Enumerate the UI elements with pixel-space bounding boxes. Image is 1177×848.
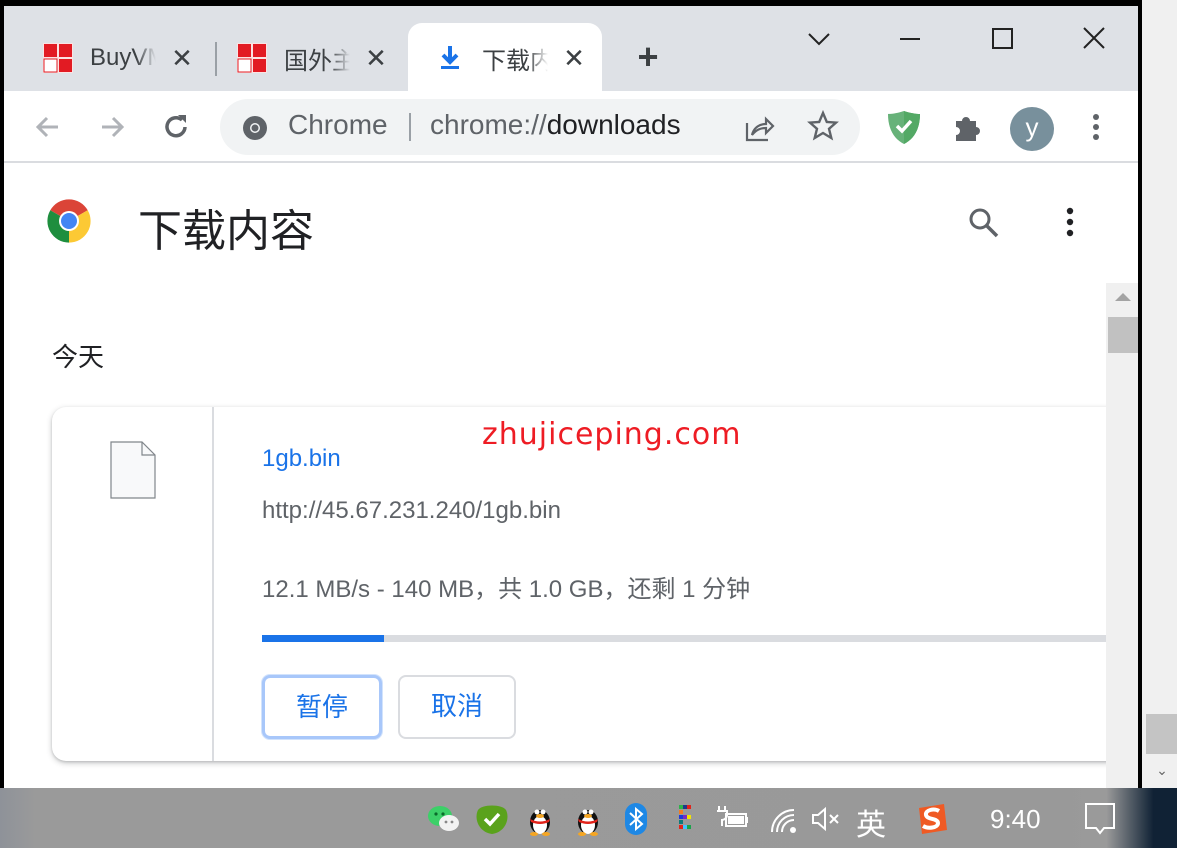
file-icon bbox=[110, 441, 156, 499]
qq-penguin-icon[interactable] bbox=[522, 802, 558, 836]
bluetooth-icon[interactable] bbox=[618, 802, 654, 836]
screen: ⌄ BuyVM ✕ bbox=[0, 0, 1177, 848]
notification-center-icon[interactable] bbox=[1084, 802, 1116, 836]
cancel-button[interactable]: 取消 bbox=[398, 675, 516, 739]
maximize-icon[interactable] bbox=[982, 24, 1022, 54]
date-section-label: 今天 bbox=[52, 342, 105, 372]
search-icon[interactable] bbox=[966, 205, 1002, 241]
share-icon[interactable] bbox=[742, 111, 776, 145]
scroll-up-arrow-icon[interactable] bbox=[1115, 293, 1131, 301]
file-source-url[interactable]: http://45.67.231.240/1gb.bin bbox=[262, 497, 561, 525]
tab-label: BuyVM bbox=[90, 44, 156, 71]
watermark-text: zhujiceping.com bbox=[482, 417, 742, 452]
chevron-down-icon[interactable]: ⌄ bbox=[1152, 762, 1172, 778]
omnibox-chip: Chrome bbox=[288, 109, 388, 140]
qq-penguin-icon[interactable] bbox=[570, 802, 606, 836]
download-progress-bar bbox=[262, 635, 1132, 642]
close-icon[interactable] bbox=[1074, 24, 1114, 54]
profile-avatar[interactable]: y bbox=[1010, 107, 1054, 151]
tab-label: 国外主 bbox=[284, 47, 350, 75]
chevron-down-icon[interactable] bbox=[799, 24, 839, 54]
close-icon[interactable]: ✕ bbox=[364, 45, 388, 71]
page-title: 下载内容 bbox=[138, 207, 314, 256]
file-icon-column bbox=[52, 407, 214, 761]
desktop-right-edge: ⌄ bbox=[1142, 0, 1177, 788]
new-tab-button[interactable]: + bbox=[632, 39, 664, 75]
more-vert-icon[interactable] bbox=[1084, 109, 1108, 145]
bookmark-star-icon[interactable] bbox=[806, 109, 840, 143]
download-item-card: 1gb.bin http://45.67.231.240/1gb.bin 12.… bbox=[52, 407, 1132, 761]
taskbar-clock[interactable]: 9:40 bbox=[990, 804, 1041, 835]
back-arrow-icon[interactable] bbox=[30, 109, 66, 145]
browser-window: BuyVM ✕ 国外主 ✕ bbox=[0, 0, 1142, 788]
tab-separator bbox=[215, 42, 217, 76]
site-red-favicon bbox=[43, 43, 73, 73]
tab-strip: BuyVM ✕ 国外主 ✕ bbox=[4, 6, 1138, 93]
chrome-logo-icon bbox=[47, 199, 91, 243]
download-icon bbox=[441, 46, 459, 69]
security-check-icon[interactable] bbox=[474, 802, 510, 836]
pause-button[interactable]: 暂停 bbox=[262, 675, 382, 739]
tab-buyvm[interactable]: BuyVM ✕ bbox=[42, 36, 194, 80]
close-icon[interactable]: ✕ bbox=[562, 45, 586, 71]
volume-muted-icon[interactable] bbox=[808, 802, 844, 836]
desktop-scroll-thumb[interactable] bbox=[1146, 714, 1177, 754]
downloads-page: 下载内容 今天 1gb.bin http://45.67.231.240/1gb… bbox=[4, 165, 1138, 788]
download-progress-fill bbox=[262, 635, 384, 642]
extensions-puzzle-icon[interactable] bbox=[948, 107, 988, 147]
download-status: 12.1 MB/s - 140 MB，共 1.0 GB，还剩 1 分钟 bbox=[262, 576, 751, 603]
sogou-input-icon[interactable] bbox=[914, 802, 950, 836]
windows-taskbar: 英 9:40 bbox=[0, 788, 1177, 848]
wechat-icon[interactable] bbox=[426, 802, 462, 836]
chrome-site-icon bbox=[243, 116, 267, 140]
adguard-shield-icon[interactable] bbox=[884, 107, 924, 147]
scrollbar-thumb[interactable] bbox=[1108, 317, 1138, 353]
url-scheme: chrome:// bbox=[430, 109, 547, 140]
toolbar: Chrome chrome://downloads y bbox=[4, 91, 1138, 163]
close-icon[interactable]: ✕ bbox=[170, 45, 194, 71]
site-red-favicon bbox=[237, 43, 267, 73]
ime-language-indicator[interactable]: 英 bbox=[856, 800, 886, 844]
color-grid-app-icon[interactable] bbox=[666, 802, 702, 836]
page-scrollbar[interactable] bbox=[1106, 283, 1138, 788]
tab-downloads[interactable]: 下载内容 ✕ bbox=[434, 36, 586, 80]
reload-icon[interactable] bbox=[158, 109, 194, 145]
minimize-icon[interactable] bbox=[890, 24, 930, 54]
tab-label: 下载内容 bbox=[482, 47, 548, 75]
more-vert-icon[interactable] bbox=[1060, 205, 1080, 239]
file-name-link[interactable]: 1gb.bin bbox=[262, 445, 341, 473]
tab-foreign-host[interactable]: 国外主 ✕ bbox=[236, 36, 388, 80]
forward-arrow-icon[interactable] bbox=[94, 109, 130, 145]
omnibox-divider bbox=[409, 113, 411, 141]
url-host: downloads bbox=[546, 109, 681, 140]
address-bar[interactable]: Chrome chrome://downloads bbox=[220, 99, 860, 155]
url-text: chrome://downloads bbox=[430, 109, 681, 141]
wifi-icon[interactable] bbox=[766, 802, 802, 836]
battery-charging-icon[interactable] bbox=[714, 802, 750, 836]
